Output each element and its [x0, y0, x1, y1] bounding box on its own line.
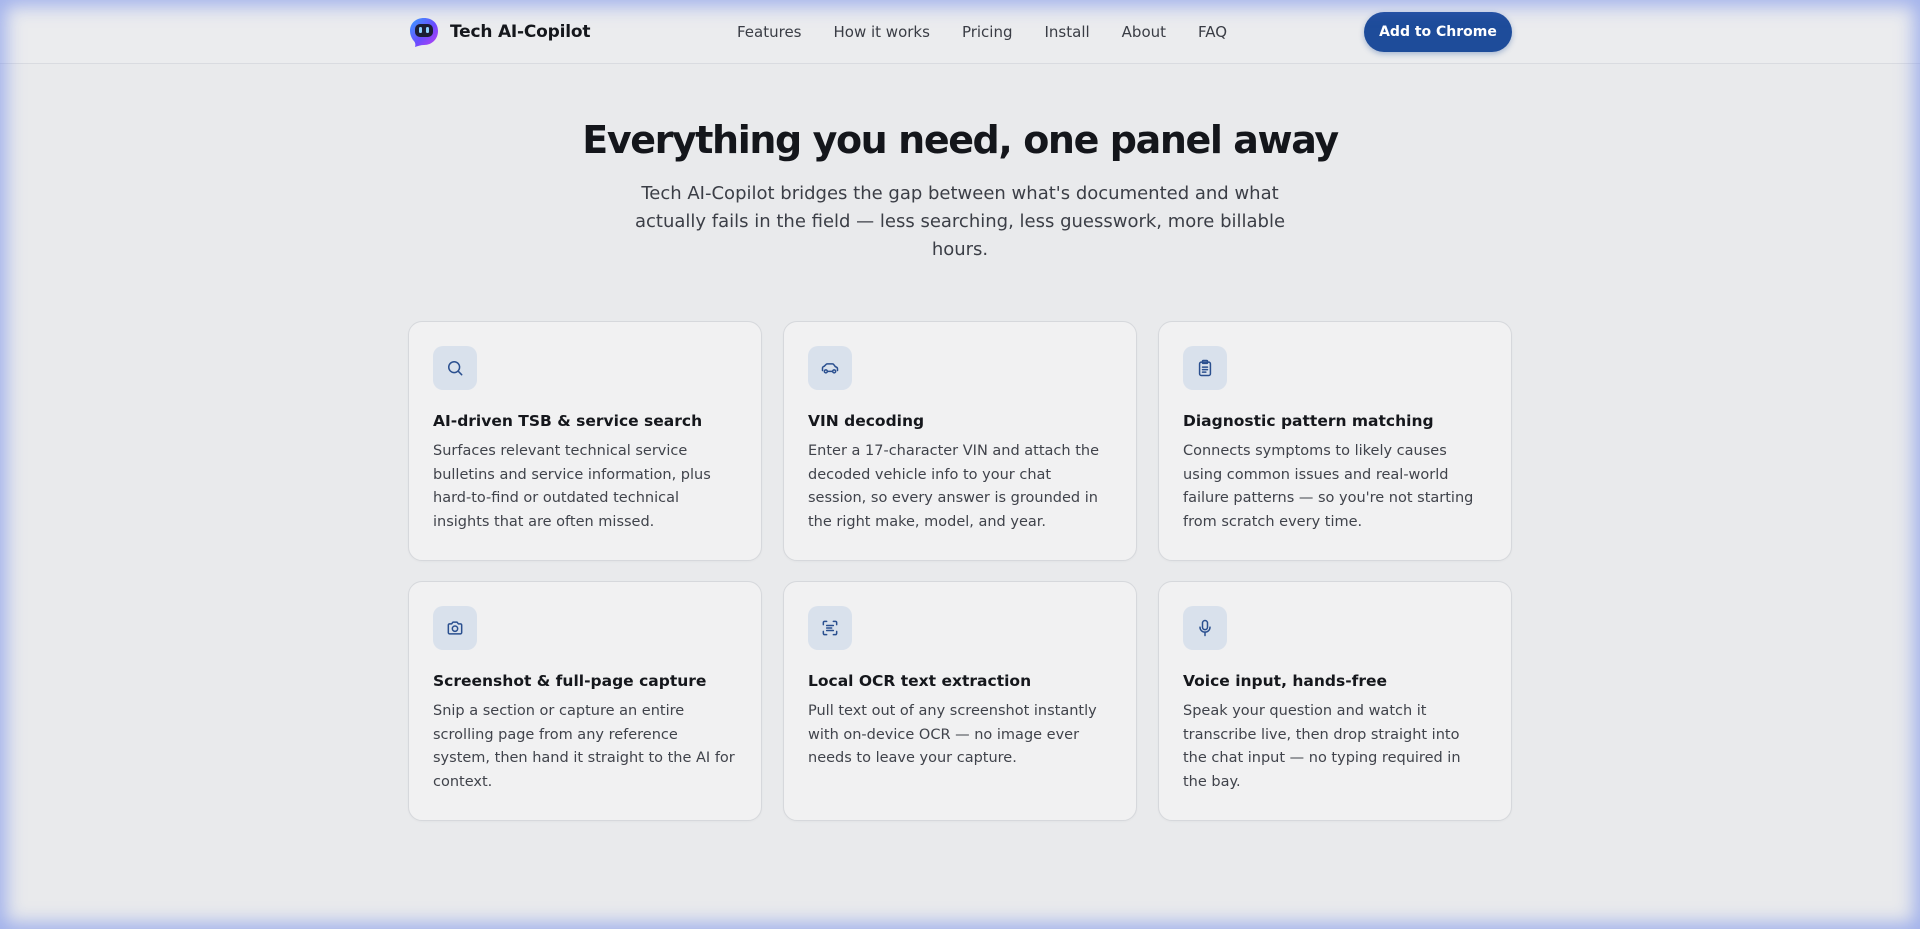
- robot-logo-icon: [410, 18, 438, 47]
- feature-icon-box: [808, 606, 852, 650]
- microphone-icon: [1199, 619, 1211, 637]
- feature-icon-box: [1183, 346, 1227, 390]
- nav-how-it-works[interactable]: How it works: [834, 23, 930, 41]
- nav-features[interactable]: Features: [737, 23, 802, 41]
- section-title: Everything you need, one panel away: [582, 118, 1339, 162]
- brand-name: Tech AI-Copilot: [450, 22, 591, 42]
- nav-install[interactable]: Install: [1045, 23, 1090, 41]
- feature-icon-box: [1183, 606, 1227, 650]
- clipboard-icon: [1198, 359, 1212, 377]
- feature-title: Screenshot & full-page capture: [433, 672, 707, 690]
- feature-card: VIN decoding Enter a 17-character VIN an…: [783, 321, 1137, 561]
- feature-description: Surfaces relevant technical service bull…: [433, 443, 711, 530]
- feature-description: Pull text out of any screenshot instantl…: [808, 703, 1097, 766]
- search-icon: [448, 361, 463, 376]
- main-nav: Features How it works Pricing Install Ab…: [737, 20, 1227, 44]
- feature-title: AI-driven TSB & service search: [433, 412, 703, 430]
- feature-icon-box: [433, 606, 477, 650]
- feature-card: AI-driven TSB & service search Surfaces …: [408, 321, 762, 561]
- section-subtitle: Tech AI-Copilot bridges the gap between …: [634, 183, 1286, 260]
- feature-card: Local OCR text extraction Pull text out …: [783, 581, 1137, 821]
- site-header: Tech AI-Copilot Features How it works Pr…: [0, 0, 1920, 64]
- feature-card: Voice input, hands-free Speak your quest…: [1158, 581, 1512, 821]
- feature-title: Diagnostic pattern matching: [1183, 412, 1434, 430]
- nav-pricing[interactable]: Pricing: [962, 23, 1013, 41]
- brand-link[interactable]: Tech AI-Copilot: [408, 16, 590, 48]
- feature-icon-box: [433, 346, 477, 390]
- nav-faq[interactable]: FAQ: [1198, 23, 1227, 41]
- feature-description: Enter a 17-character VIN and attach the …: [808, 443, 1099, 530]
- feature-title: VIN decoding: [808, 412, 925, 430]
- camera-icon: [447, 621, 463, 635]
- feature-title: Voice input, hands-free: [1183, 672, 1388, 690]
- scan-text-icon: [822, 620, 838, 636]
- feature-title: Local OCR text extraction: [808, 672, 1032, 690]
- feature-description: Snip a section or capture an entire scro…: [433, 703, 735, 790]
- feature-card: Screenshot & full-page capture Snip a se…: [408, 581, 762, 821]
- feature-description: Speak your question and watch it transcr…: [1183, 703, 1461, 790]
- feature-icon-box: [808, 346, 852, 390]
- car-icon: [821, 363, 839, 374]
- add-to-chrome-button[interactable]: Add to Chrome: [1364, 12, 1512, 52]
- nav-about[interactable]: About: [1122, 23, 1166, 41]
- features-grid: AI-driven TSB & service search Surfaces …: [408, 321, 1512, 821]
- feature-description: Connects symptoms to likely causes using…: [1183, 443, 1474, 530]
- feature-card: Diagnostic pattern matching Connects sym…: [1158, 321, 1512, 561]
